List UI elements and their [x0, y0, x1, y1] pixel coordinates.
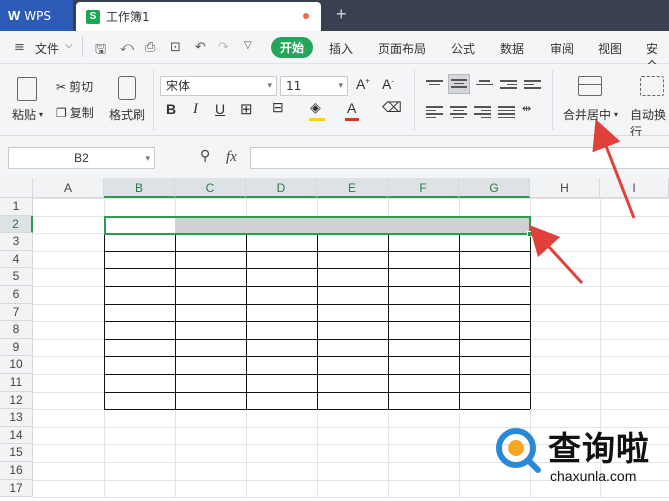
watermark-logo: 查询啦 chaxunla.com: [492, 412, 669, 498]
watermark-domain: chaxunla.com: [550, 468, 637, 484]
watermark-title: 查询啦: [548, 429, 650, 468]
arrow-to-selection: [528, 224, 584, 285]
arrow-to-merge-center: [592, 119, 636, 219]
